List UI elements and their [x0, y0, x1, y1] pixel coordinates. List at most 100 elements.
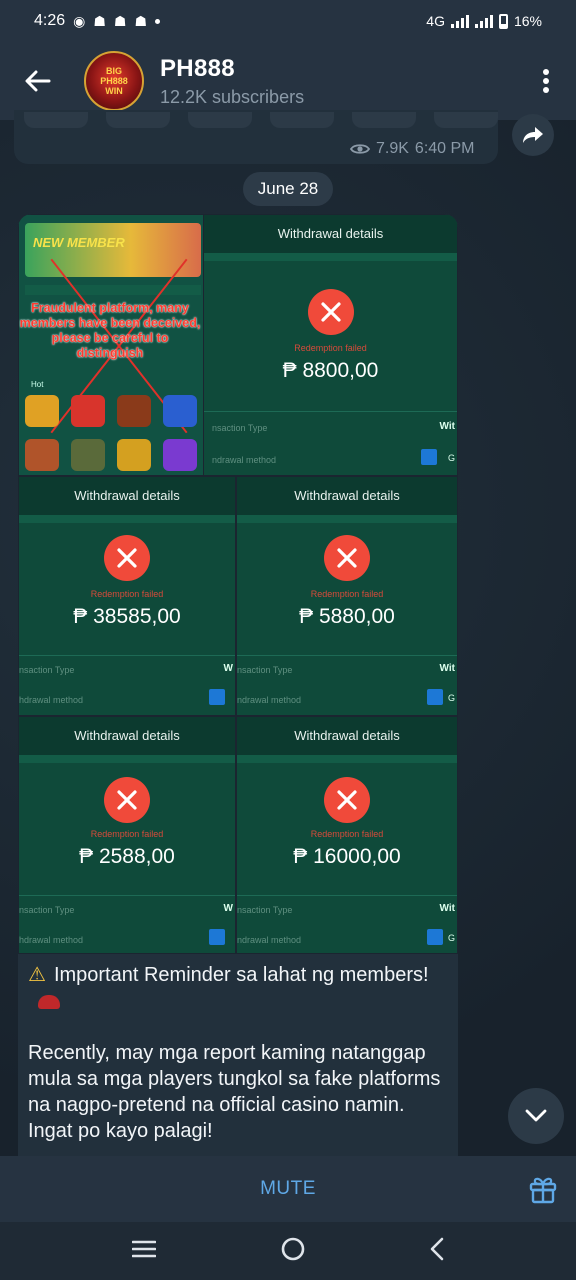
fake-site-banner: [25, 223, 201, 277]
withdrawal-amount: ₱ 2588,00: [79, 845, 175, 868]
scroll-down-button[interactable]: [508, 1088, 564, 1144]
home-button[interactable]: [281, 1237, 305, 1266]
status-time: 4:26: [34, 12, 66, 29]
menu-lines-icon: [132, 1240, 157, 1257]
avatar-text: PH888: [100, 76, 128, 86]
withdrawal-method-label: ndrawal method: [237, 935, 302, 945]
withdrawal-method-label: hdrawal method: [19, 695, 84, 705]
status-bar: 4:26 ◉ ☗ ☗ ☗ 4G 16%: [0, 0, 576, 42]
withdrawal-amount: ₱ 16000,00: [293, 845, 401, 868]
withdrawal-method-value: G: [447, 693, 455, 703]
channel-post-bubble[interactable]: Withdrawal details Redemption failed ₱ 8…: [18, 214, 458, 1156]
message-paragraph: ⚠ Important Reminder sa lahat ng members!: [28, 962, 448, 1014]
channel-name: PH888: [160, 54, 235, 82]
messenger-icon: ◉: [73, 12, 86, 29]
withdrawal-amount: ₱ 5880,00: [299, 605, 395, 628]
view-count: 7.9K: [376, 140, 409, 157]
previous-message-media-strip: [24, 112, 498, 128]
album-photo-withdrawal[interactable]: Withdrawal details Redemption failed ₱ 5…: [236, 476, 458, 716]
withdrawal-header: Withdrawal details: [19, 717, 235, 755]
game-tile: [117, 395, 151, 427]
album-photo-withdrawal[interactable]: Withdrawal details Redemption failed ₱ 3…: [18, 476, 236, 716]
game-tile: [71, 395, 105, 427]
game-grid: [25, 395, 197, 471]
channel-title-block[interactable]: PH888 12.2K subscribers: [160, 55, 304, 108]
fake-site-banner-text: NEW MEMBER: [33, 235, 125, 250]
gcash-badge-icon: [427, 689, 443, 705]
message-paragraph: Recently, may mga report kaming natangga…: [28, 1042, 441, 1142]
battery-level: 16%: [513, 13, 542, 29]
previous-message-meta: 7.9K 6:40 PM: [350, 140, 475, 158]
message-text: ⚠ Important Reminder sa lahat ng members!…: [28, 962, 448, 1156]
withdrawal-type-value: Wit: [439, 421, 455, 432]
gift-icon: [529, 1177, 557, 1204]
battery-icon: [498, 13, 508, 29]
telegram-channel-screen: 4:26 ◉ ☗ ☗ ☗ 4G 16% BIG PH888 WIN PH888 …: [0, 0, 576, 1280]
album-photo-fake-platform[interactable]: NEW MEMBER Fraudulent platform, many mem…: [18, 214, 204, 476]
fail-x-icon: [104, 777, 150, 823]
mute-button[interactable]: MUTE: [260, 1178, 316, 1200]
date-separator: June 28: [243, 172, 333, 206]
cap-emoji-icon: [38, 994, 60, 1009]
system-back-button[interactable]: [430, 1237, 444, 1266]
eye-icon: [350, 144, 370, 154]
subscriber-count: 12.2K subscribers: [160, 86, 305, 107]
game-tile: [71, 439, 105, 471]
game-tile: [117, 439, 151, 471]
withdrawal-method-value: G: [447, 933, 455, 943]
signal-icon: [450, 14, 469, 28]
transaction-type-label: nsaction Type: [19, 905, 75, 915]
chat-header: BIG PH888 WIN PH888 12.2K subscribers: [0, 42, 576, 120]
withdrawal-type-value: Wit: [439, 903, 455, 914]
fail-x-icon: [324, 535, 370, 581]
forward-button[interactable]: [512, 114, 554, 156]
game-tile: [163, 439, 197, 471]
snapchat-icon: ☗: [134, 12, 148, 29]
album-photo-withdrawal[interactable]: Withdrawal details Redemption failed ₱ 1…: [236, 716, 458, 954]
game-tile: [25, 439, 59, 471]
home-circle-icon: [281, 1237, 305, 1260]
avatar-text: BIG: [105, 66, 122, 76]
withdrawal-amount: ₱ 38585,00: [73, 605, 181, 628]
withdrawal-header: Withdrawal details: [19, 477, 235, 515]
recent-apps-button[interactable]: [132, 1240, 157, 1263]
album-photo-withdrawal[interactable]: Withdrawal details Redemption failed ₱ 2…: [18, 716, 236, 954]
withdrawal-type-value: W: [223, 903, 233, 914]
withdrawal-status: Redemption failed: [90, 829, 164, 839]
warning-icon: ⚠: [28, 964, 46, 986]
notification-dot-icon: [155, 18, 161, 24]
channel-bottom-bar: MUTE: [0, 1156, 576, 1222]
withdrawal-method-value: G: [447, 453, 455, 463]
transaction-type-label: nsaction Type: [19, 665, 75, 675]
gcash-badge-icon: [427, 929, 443, 945]
gift-button[interactable]: [528, 1174, 558, 1204]
withdrawal-header: Withdrawal details: [204, 215, 457, 253]
chevron-left-icon: [430, 1237, 443, 1260]
fail-x-icon: [307, 289, 354, 335]
gcash-badge-icon: [209, 929, 225, 945]
facebook-icon: [163, 395, 197, 427]
gcash-badge-icon: [421, 449, 437, 465]
chevron-down-icon: [525, 1109, 547, 1122]
more-menu-button[interactable]: [516, 42, 576, 120]
share-forward-icon: [523, 127, 543, 143]
message-line-reminder: Important Reminder sa lahat ng members!: [53, 964, 429, 986]
back-button[interactable]: [0, 42, 76, 120]
withdrawal-amount: ₱ 8800,00: [282, 359, 379, 382]
message-time: 6:40 PM: [414, 140, 475, 157]
fail-x-icon: [104, 535, 150, 581]
withdrawal-status: Redemption failed: [90, 589, 164, 599]
game-tile: [25, 395, 59, 427]
system-nav-bar: [0, 1222, 576, 1280]
withdrawal-status: Redemption failed: [294, 343, 367, 353]
more-vertical-icon: [543, 69, 549, 93]
hot-label: Hot: [31, 380, 44, 389]
avatar-text: WIN: [105, 86, 123, 96]
fraud-warning-overlay: Fraudulent platform, many members have b…: [19, 301, 201, 360]
withdrawal-header: Withdrawal details: [237, 477, 457, 515]
channel-avatar[interactable]: BIG PH888 WIN: [84, 51, 144, 111]
withdrawal-status: Redemption failed: [310, 829, 384, 839]
arrow-left-icon: [25, 70, 51, 92]
gcash-badge-icon: [209, 689, 225, 705]
withdrawal-method-label: hdrawal method: [19, 935, 84, 945]
